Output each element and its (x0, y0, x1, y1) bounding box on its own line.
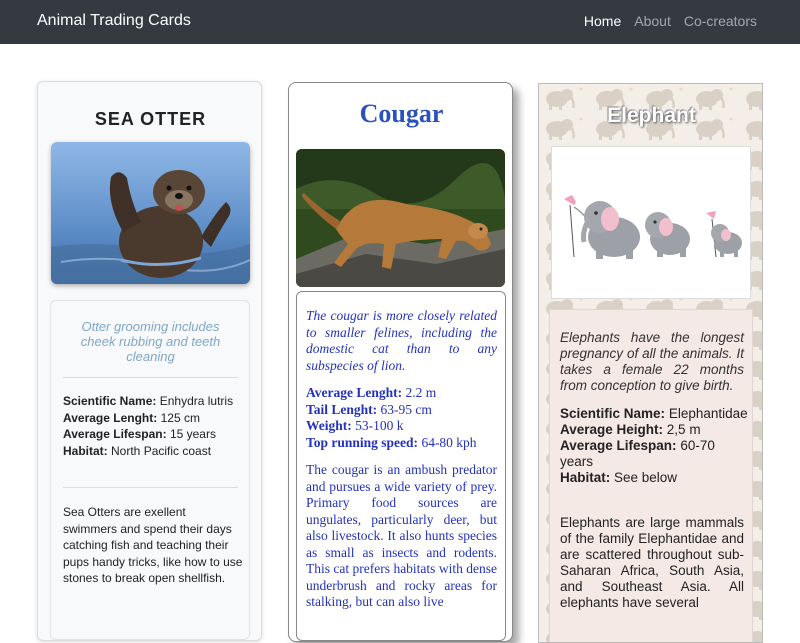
fact-average-height: Average Height: 2,5 m (560, 422, 701, 437)
nav-link-co-creators[interactable]: Co-creators (684, 13, 757, 29)
divider (63, 487, 238, 488)
fact-scientific-name: Scientific Name: Elephantidae (560, 406, 748, 421)
fact-tail-length: Tail Lenght: 63-95 cm (306, 401, 432, 417)
card-description: Elephants are large mammals of the famil… (560, 515, 744, 610)
card-cougar: Cougar The cougar is more closely relate… (288, 82, 513, 642)
card-body: Otter grooming includes cheek rubbing an… (50, 300, 250, 640)
card-description: The cougar is an ambush predator and pur… (306, 462, 497, 609)
card-body: The cougar is more closely related to sm… (296, 291, 506, 641)
fact-average-length: Average Lenght: 125 cm (63, 410, 200, 425)
card-facts: Average Lenght: 2.2 m Tail Lenght: 63-95… (306, 385, 501, 451)
card-body: Elephants have the longest pregnancy of … (549, 309, 753, 642)
card-quote: Elephants have the longest pregnancy of … (560, 330, 744, 393)
card-elephant: Elephant Elephants have the longest preg… (538, 83, 763, 643)
fact-scientific-name: Scientific Name: Enhydra lutris (63, 394, 234, 408)
fact-average-lifespan: Average Lifespan: 60-70 years (560, 438, 715, 469)
card-facts: Scientific Name: Elephantidae Average He… (560, 406, 750, 486)
fact-habitat: Habitat: See below (560, 470, 678, 485)
fact-top-running-speed: Top running speed: 64-80 kph (306, 434, 477, 450)
nav-links: Home About Co-creators (584, 13, 757, 29)
card-sea-otter: SEA OTTER Otter grooming includes cheek … (37, 81, 262, 641)
fact-average-lifespan: Average Lifespan: 15 years (63, 427, 216, 441)
card-description: Sea Otters are exellent swimmers and spe… (63, 505, 243, 585)
divider (63, 377, 238, 378)
card-title: SEA OTTER (94, 109, 207, 129)
fact-weight: Weight: 53-100 k (306, 418, 404, 433)
card-quote: The cougar is more closely related to sm… (306, 308, 497, 373)
nav-link-home[interactable]: Home (584, 13, 621, 29)
card-quote: Otter grooming includes cheek rubbing an… (80, 319, 221, 364)
card-title: Elephant (607, 104, 696, 127)
nav-link-about[interactable]: About (634, 13, 671, 29)
fact-habitat: Habitat: North Pacific coast (63, 443, 212, 458)
card-title: Cougar (359, 99, 444, 128)
fact-average-length: Average Lenght: 2.2 m (306, 385, 437, 400)
card-facts: Scientific Name: Enhydra lutris Average … (63, 393, 243, 459)
elephant-illustration (551, 146, 751, 299)
navbar: Animal Trading Cards Home About Co-creat… (0, 0, 800, 44)
navbar-brand[interactable]: Animal Trading Cards (37, 12, 191, 30)
cougar-photo (296, 149, 505, 287)
sea-otter-photo (51, 142, 250, 284)
